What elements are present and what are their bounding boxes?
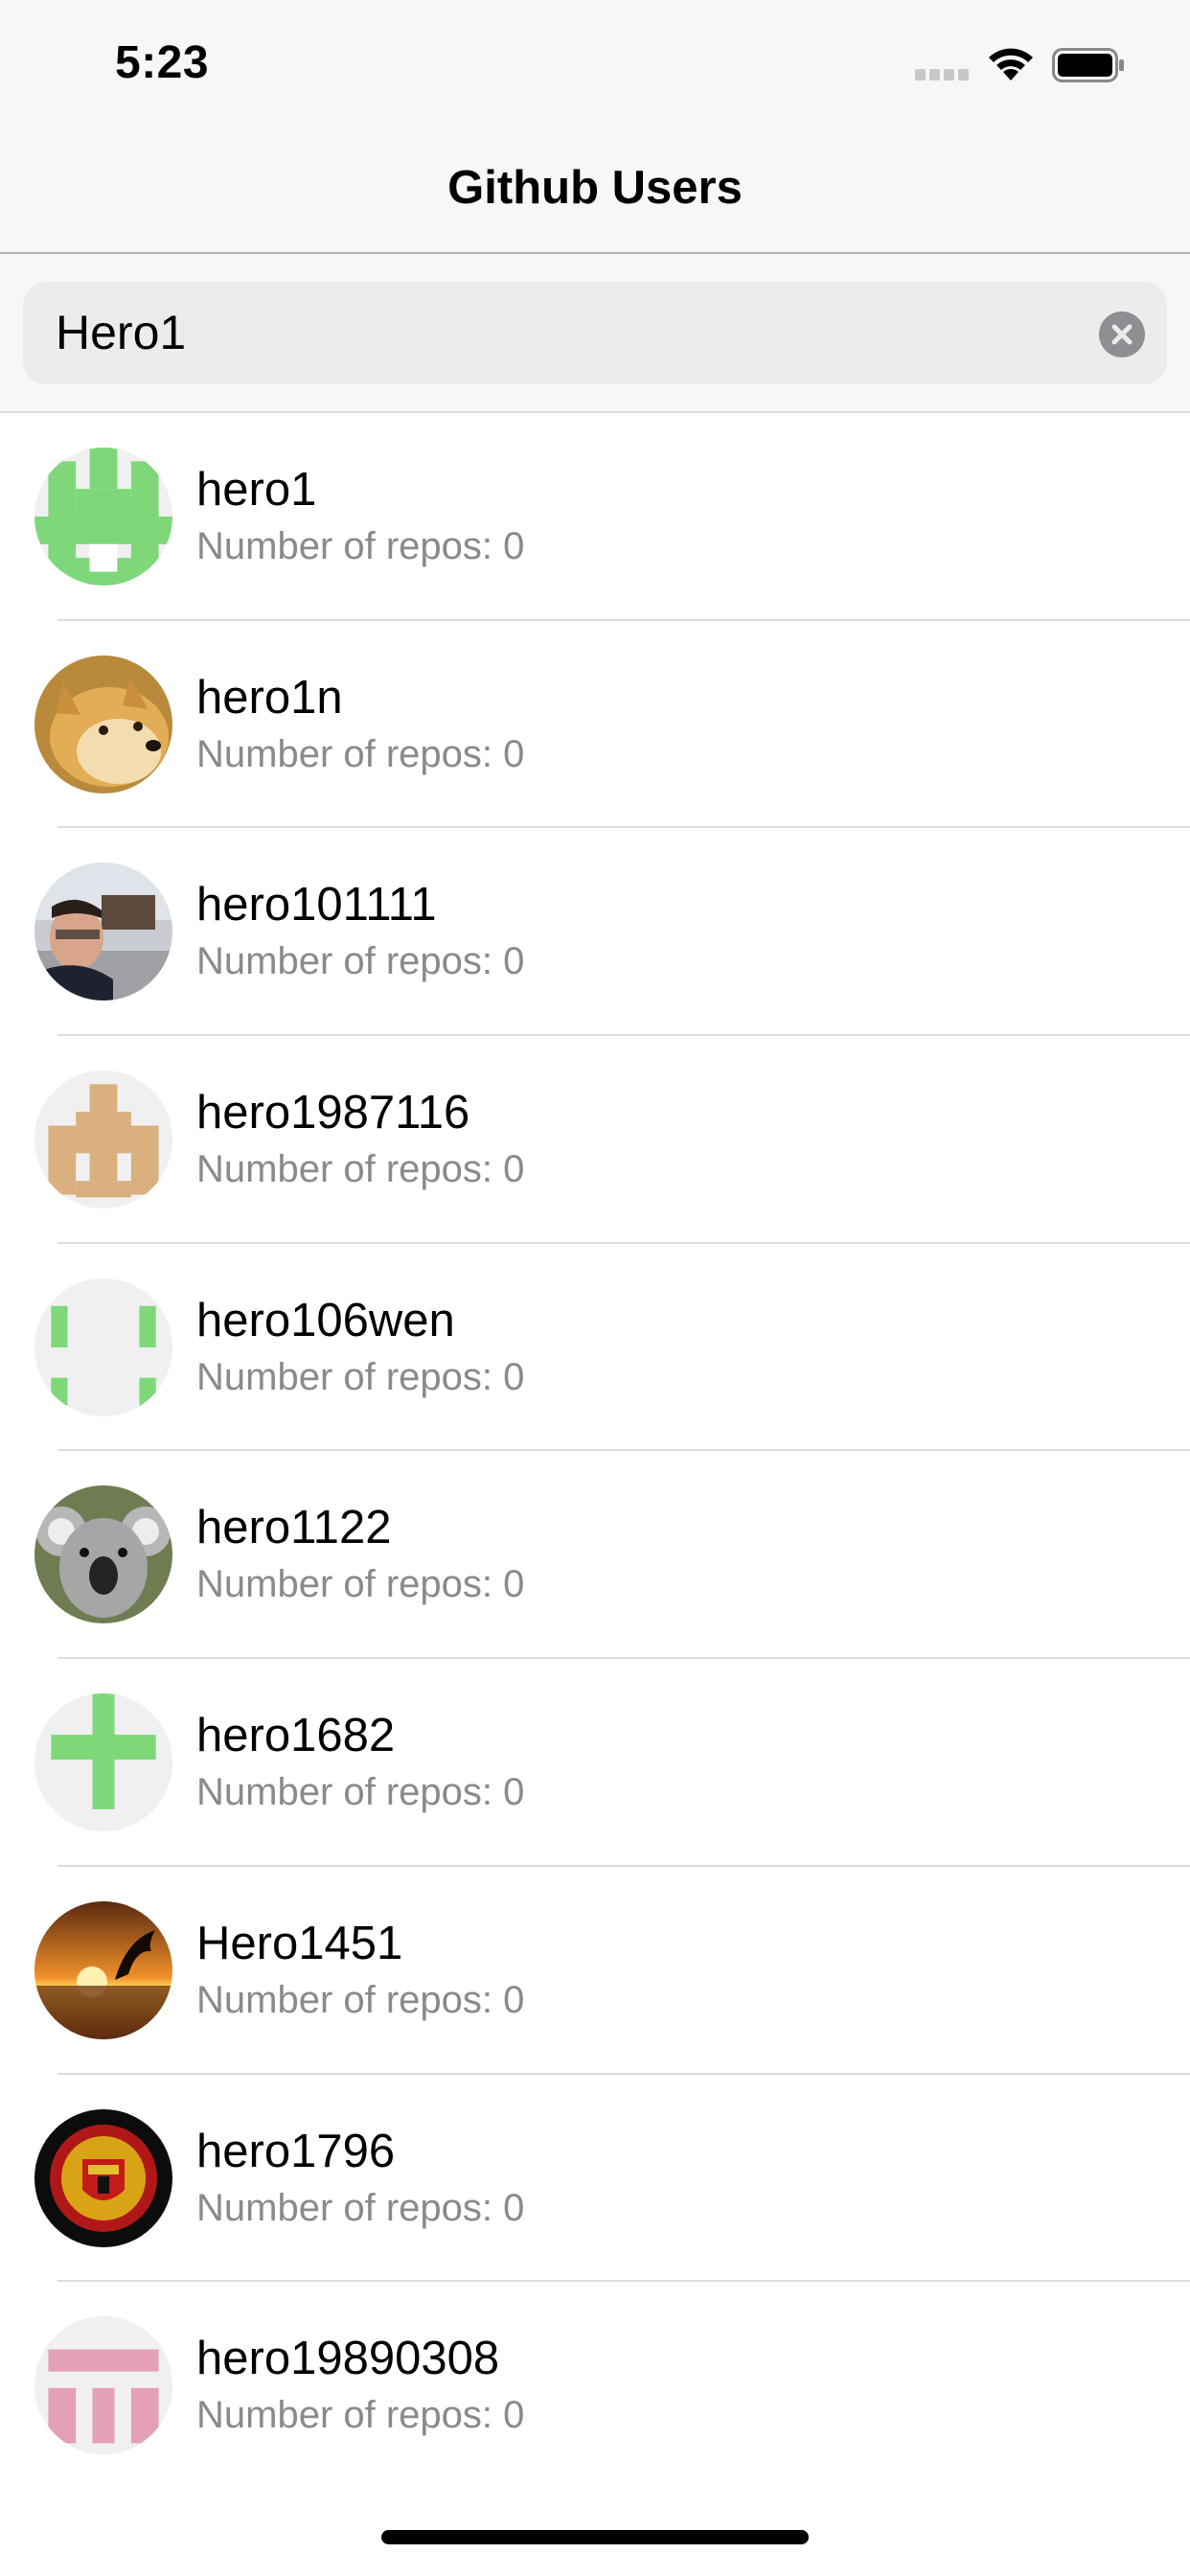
page-title: Github Users	[447, 162, 743, 214]
user-row[interactable]: hero1 Number of repos: 0	[0, 413, 1190, 621]
username: hero19890308	[196, 2333, 500, 2385]
clear-search-button[interactable]	[1099, 311, 1145, 357]
repo-count: Number of repos: 0	[196, 1563, 525, 1606]
user-row[interactable]: hero19890308 Number of repos: 0	[0, 2282, 1190, 2490]
username: hero1	[196, 464, 317, 516]
koala-photo-avatar	[34, 1485, 172, 1624]
repo-count: Number of repos: 0	[196, 1771, 525, 1814]
user-row[interactable]: hero106wen Number of repos: 0	[0, 1244, 1190, 1452]
user-row[interactable]: hero101111 Number of repos: 0	[0, 828, 1190, 1037]
username: hero1682	[196, 1710, 396, 1762]
user-row[interactable]: hero1987116 Number of repos: 0	[0, 1036, 1190, 1244]
identicon-avatar	[34, 1070, 172, 1209]
dog-icon	[34, 655, 172, 794]
home-indicator[interactable]	[381, 2530, 809, 2544]
status-time: 5:23	[115, 37, 210, 88]
identicon-icon	[34, 1277, 172, 1416]
user-row[interactable]: hero1682 Number of repos: 0	[0, 1659, 1190, 1867]
identicon-icon	[34, 2316, 172, 2455]
identicon-avatar	[34, 2316, 172, 2455]
identicon-icon	[34, 448, 172, 586]
repo-count: Number of repos: 0	[196, 1978, 525, 2021]
search-input[interactable]	[56, 282, 1071, 384]
username: hero1987116	[196, 1087, 470, 1139]
wifi-icon	[989, 48, 1033, 80]
repo-count: Number of repos: 0	[196, 2186, 525, 2229]
repo-count: Number of repos: 0	[196, 732, 525, 775]
close-icon	[1111, 324, 1133, 345]
user-row[interactable]: hero1n Number of repos: 0	[0, 621, 1190, 829]
user-row[interactable]: hero1796 Number of repos: 0	[0, 2075, 1190, 2283]
person-photo-icon	[34, 862, 172, 1001]
identicon-avatar	[34, 1277, 172, 1416]
username: hero1122	[196, 1502, 392, 1554]
dolphin-sunset-icon	[34, 1900, 172, 2039]
club-crest-avatar	[34, 2108, 172, 2247]
sunset-photo-avatar	[34, 1900, 172, 2039]
dog-photo-avatar	[34, 655, 172, 794]
repo-count: Number of repos: 0	[196, 940, 525, 983]
search-bar[interactable]	[23, 282, 1167, 384]
repo-count: Number of repos: 0	[196, 1148, 525, 1191]
battery-icon	[1052, 48, 1124, 82]
username: hero106wen	[196, 1294, 455, 1346]
repo-count: Number of repos: 0	[196, 2394, 525, 2437]
repo-count: Number of repos: 0	[196, 525, 525, 567]
search-container	[0, 254, 1190, 412]
repo-count: Number of repos: 0	[196, 1355, 525, 1398]
identicon-avatar	[34, 1693, 172, 1832]
identicon-avatar	[34, 448, 172, 586]
username: hero1n	[196, 671, 343, 724]
user-row[interactable]: hero1122 Number of repos: 0	[0, 1451, 1190, 1660]
status-bar: 5:23	[0, 0, 1190, 134]
username: Hero1451	[196, 1917, 403, 1969]
user-list: hero1 Number of repos: 0 hero1n Number o…	[0, 413, 1190, 2490]
identicon-icon	[34, 1070, 172, 1209]
football-crest-icon	[34, 2108, 172, 2247]
person-photo-avatar	[34, 862, 172, 1001]
username: hero1796	[196, 2125, 396, 2177]
user-row[interactable]: Hero1451 Number of repos: 0	[0, 1867, 1190, 2075]
cellular-signal-icon	[915, 69, 971, 82]
koala-icon	[34, 1485, 172, 1624]
identicon-icon	[34, 1693, 172, 1832]
username: hero101111	[196, 879, 437, 932]
